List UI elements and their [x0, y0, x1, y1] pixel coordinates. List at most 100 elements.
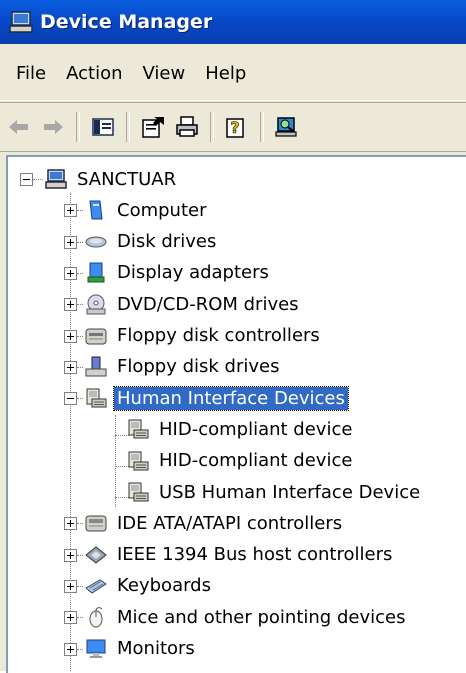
ieee1394-icon: [84, 543, 108, 567]
print-icon: [176, 116, 198, 137]
tree-node-label[interactable]: Computer: [114, 199, 209, 222]
properties-icon: [142, 117, 164, 138]
tree-category-node[interactable]: DVD/CD-ROM drives: [84, 290, 302, 318]
tree-category-node[interactable]: Human Interface Devices: [84, 384, 349, 412]
expand-toggle-3[interactable]: [64, 298, 77, 312]
tree-connector: [77, 523, 83, 525]
tree-connector: [77, 335, 83, 337]
tree-root-node[interactable]: SANCTUAR: [44, 165, 179, 193]
tree-category-node[interactable]: Disk drives: [84, 228, 219, 256]
expand-toggle-8[interactable]: [64, 548, 77, 562]
expand-toggle-7[interactable]: [64, 517, 77, 531]
ide-controller-icon: [84, 511, 108, 535]
expand-toggle-1[interactable]: [64, 235, 77, 249]
tree-node-label[interactable]: Disk drives: [114, 230, 219, 253]
help-icon: ?: [226, 118, 244, 138]
menu-help[interactable]: Help: [205, 63, 246, 84]
tree-node-label[interactable]: IEEE 1394 Bus host controllers: [114, 543, 395, 566]
device-manager-window: Device Manager File Action View Help ? S…: [0, 0, 466, 673]
forward-button[interactable]: [38, 112, 68, 142]
back-button[interactable]: [4, 112, 34, 142]
expand-toggle-10[interactable]: [64, 611, 77, 625]
tree-connector: [77, 398, 83, 400]
tree-connector: [77, 648, 83, 650]
tree-device-node[interactable]: HID-compliant device: [126, 447, 355, 475]
tree-category-node[interactable]: Floppy disk drives: [84, 353, 282, 381]
tree-node-label[interactable]: Floppy disk controllers: [114, 324, 323, 347]
forward-arrow-icon: [44, 120, 63, 134]
print-button[interactable]: [172, 112, 202, 142]
tree-node-label[interactable]: HID-compliant device: [156, 449, 355, 472]
tree-connector: [77, 304, 83, 306]
collapse-toggle-6[interactable]: [64, 392, 77, 406]
tree-node-label[interactable]: IDE ATA/ATAPI controllers: [114, 512, 345, 535]
expand-toggle-4[interactable]: [64, 329, 77, 343]
device-tree[interactable]: SANCTUAR Computer Disk drives Display adapt…: [6, 155, 466, 673]
tree-node-label[interactable]: Mice and other pointing devices: [114, 606, 408, 629]
expand-toggle-11[interactable]: [64, 642, 77, 656]
menu-bar: File Action View Help: [0, 46, 466, 101]
expand-toggle-0[interactable]: [64, 204, 77, 218]
menu-view[interactable]: View: [143, 63, 186, 84]
tree-connector: [70, 193, 71, 671]
scan-hardware-button[interactable]: [272, 112, 302, 142]
floppy-drive-icon: [84, 355, 108, 379]
expand-toggle-2[interactable]: [64, 266, 77, 280]
root-computer-icon: [44, 167, 68, 191]
mouse-icon: [84, 605, 108, 629]
tree-node-label[interactable]: DVD/CD-ROM drives: [114, 293, 302, 316]
dvd-drive-icon: [84, 292, 108, 316]
menu-action[interactable]: Action: [66, 63, 122, 84]
tree-node-label[interactable]: HID-compliant device: [156, 418, 355, 441]
menu-file[interactable]: File: [16, 63, 46, 84]
tree-device-node[interactable]: USB Human Interface Device: [126, 478, 423, 506]
tree-connector: [33, 179, 43, 180]
tree-category-node[interactable]: Computer: [84, 196, 209, 224]
tree-category-node[interactable]: Display adapters: [84, 259, 272, 287]
tree-category-node[interactable]: Monitors: [84, 635, 198, 663]
svg-text:?: ?: [230, 118, 239, 137]
tree-node-label[interactable]: Display adapters: [114, 261, 272, 284]
expand-toggle-5[interactable]: [64, 360, 77, 374]
tree-node-label[interactable]: Keyboards: [114, 574, 214, 597]
display-adapter-icon: [84, 261, 108, 285]
tree-node-label[interactable]: SANCTUAR: [74, 168, 179, 191]
scan-hardware-icon: [275, 117, 297, 137]
tree-connector: [77, 554, 83, 556]
tree-device-node[interactable]: HID-compliant device: [126, 415, 355, 443]
tree-connector: [77, 210, 83, 212]
tree-category-node[interactable]: Keyboards: [84, 572, 214, 600]
expand-toggle-9[interactable]: [64, 579, 77, 593]
tree-category-node[interactable]: IEEE 1394 Bus host controllers: [84, 541, 395, 569]
disk-drive-icon: [84, 230, 108, 254]
toolbar-separator: [126, 112, 130, 142]
tree-category-node[interactable]: Floppy disk controllers: [84, 322, 323, 350]
floppy-controller-icon: [84, 324, 108, 348]
tree-category-node[interactable]: Mice and other pointing devices: [84, 603, 408, 631]
toolbar-separator: [210, 112, 214, 142]
help-button[interactable]: ?: [222, 112, 252, 142]
title-bar[interactable]: Device Manager: [0, 0, 466, 44]
tree-connector: [77, 585, 83, 587]
hid-icon: [126, 449, 150, 473]
tree-node-label[interactable]: Monitors: [114, 637, 198, 660]
tree-category-node[interactable]: IDE ATA/ATAPI controllers: [84, 509, 345, 537]
tree-node-label-selected[interactable]: Human Interface Devices: [113, 385, 349, 411]
show-hide-tree-button[interactable]: [88, 112, 118, 142]
hid-icon: [126, 480, 150, 504]
collapse-toggle-root[interactable]: [20, 173, 33, 186]
tree-connector: [77, 272, 83, 274]
keyboard-icon: [84, 574, 108, 598]
back-arrow-icon: [9, 120, 28, 134]
properties-button[interactable]: [138, 112, 168, 142]
toolbar-separator: [260, 112, 264, 142]
computer-icon: [84, 198, 108, 222]
window-title: Device Manager: [40, 11, 213, 33]
tree-connector: [77, 366, 83, 368]
hid-icon: [126, 417, 150, 441]
toolbar: ?: [0, 102, 466, 152]
tree-node-label[interactable]: USB Human Interface Device: [156, 481, 423, 504]
tree-node-label[interactable]: Floppy disk drives: [114, 355, 282, 378]
tree-connector: [77, 241, 83, 243]
device-manager-icon: [9, 11, 33, 33]
